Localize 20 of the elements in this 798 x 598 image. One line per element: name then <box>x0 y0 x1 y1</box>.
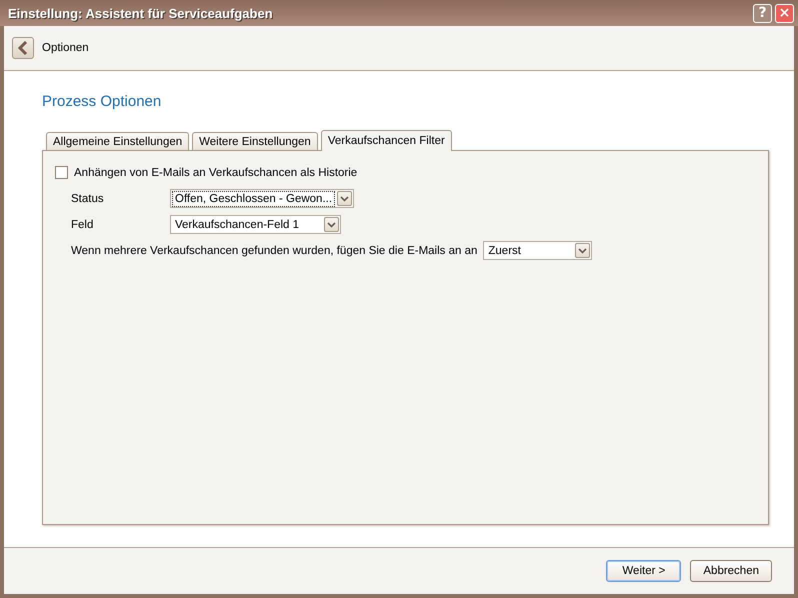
dropdown[interactable]: Zuerst <box>483 241 592 260</box>
checkbox-label: Anhängen von E-Mails an Verkaufschancen als Historie <box>74 166 358 178</box>
back-button[interactable] <box>12 37 34 59</box>
dialog-button[interactable]: Weiter > <box>606 560 682 582</box>
caret-icon <box>340 196 350 202</box>
caret-icon <box>578 248 588 254</box>
dialog-button[interactable]: Abbrechen <box>690 560 772 582</box>
section-title: Prozess Optionen <box>42 93 162 110</box>
dropdown[interactable]: Verkaufschancen-Feld 1 <box>170 215 341 234</box>
window-title: Einstellung: Assistent für Serviceaufgaben <box>8 6 274 20</box>
checkbox[interactable] <box>55 166 68 179</box>
tab[interactable]: Allgemeine Einstellungen <box>46 132 190 150</box>
tab[interactable]: Verkaufschancen Filter <box>320 130 452 151</box>
caret-icon <box>327 222 336 228</box>
page-title: Optionen <box>42 42 89 54</box>
tab[interactable]: Weitere Einstellungen <box>192 132 318 150</box>
field-label: Feld <box>71 218 94 230</box>
dropdown[interactable]: Offen, Geschlossen - Gewon... <box>170 189 354 208</box>
field-label: Status <box>71 192 105 204</box>
field-label: Wenn mehrere Verkaufschancen gefunden wurden, fügen Sie die E-Mails an an <box>71 244 478 256</box>
